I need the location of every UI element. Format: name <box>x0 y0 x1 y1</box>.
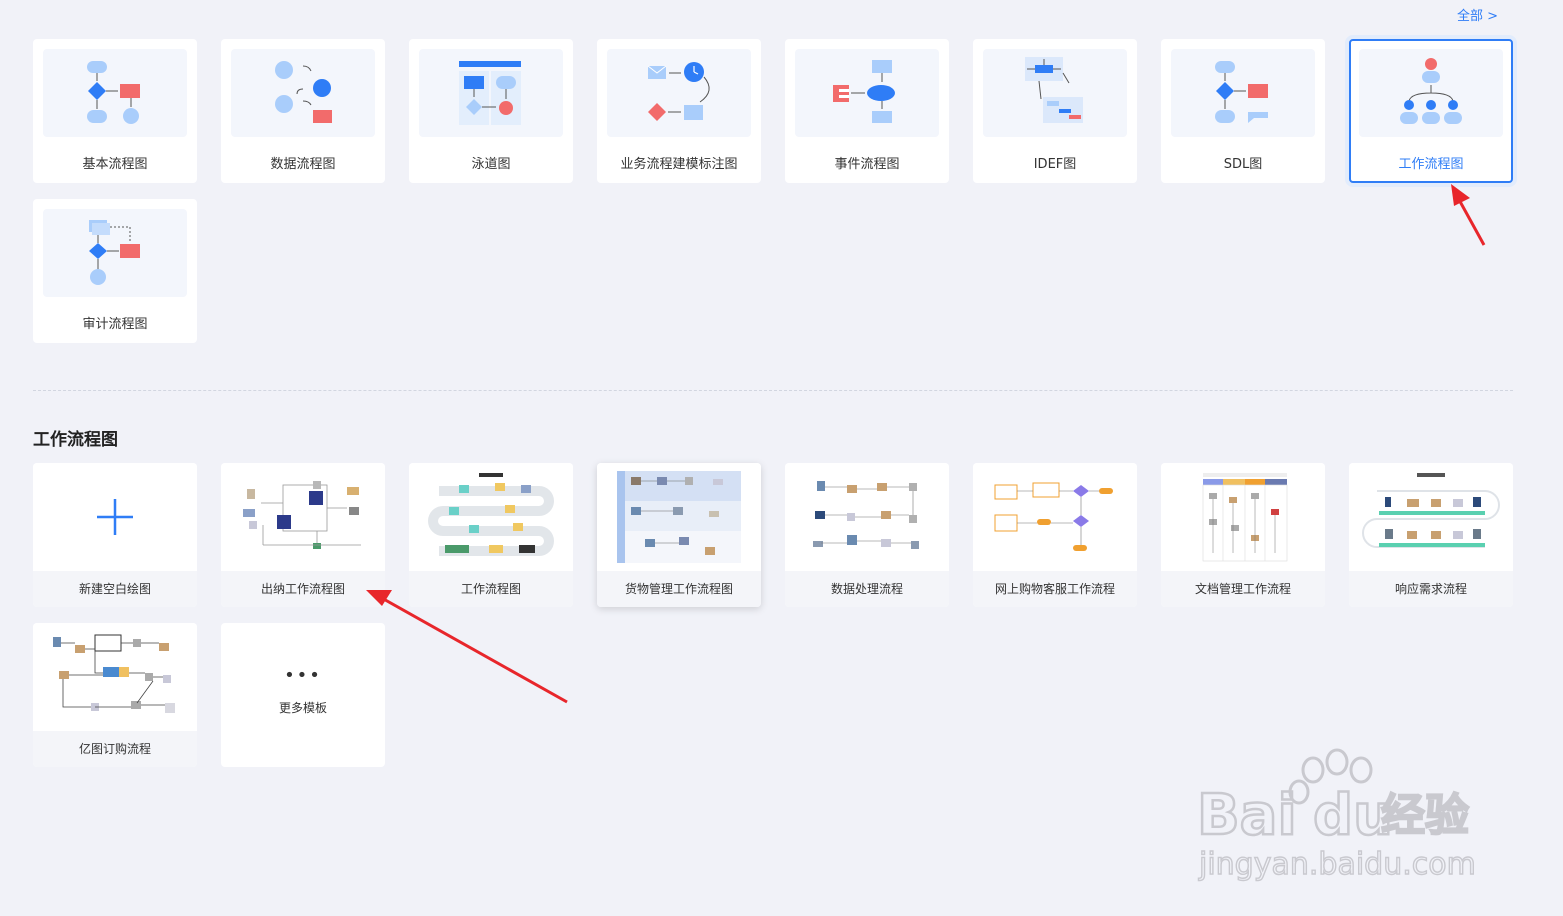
template-new-blank[interactable]: 新建空白绘图 <box>33 463 197 607</box>
category-label: 业务流程建模标注图 <box>620 157 738 172</box>
data-flowchart-thumbnail <box>231 49 375 137</box>
category-label: SDL图 <box>1223 157 1263 172</box>
workflow-diagram-thumbnail <box>1359 49 1503 137</box>
event-flowchart-thumbnail <box>795 49 939 137</box>
bpmn-thumbnail <box>607 49 751 137</box>
category-label: 数据流程图 <box>270 157 336 172</box>
template-label: 亿图订购流程 <box>33 731 197 767</box>
template-response-requirements[interactable]: 响应需求流程 <box>1349 463 1513 607</box>
audit-flowchart-thumbnail <box>43 209 187 297</box>
svg-text:Bai: Bai <box>1197 783 1297 848</box>
category-label: 基本流程图 <box>82 157 148 172</box>
category-audit-flowchart[interactable]: 审计流程图 <box>33 199 197 343</box>
template-label: 货物管理工作流程图 <box>597 571 761 607</box>
baidu-jingyan-watermark: Bai du 经验 jingyan.baidu.com <box>1195 748 1495 888</box>
template-document-management[interactable]: 文档管理工作流程 <box>1161 463 1325 607</box>
category-label: 审计流程图 <box>82 317 148 332</box>
category-label: 事件流程图 <box>834 157 900 172</box>
idef-thumbnail <box>983 49 1127 137</box>
more-dots-icon: ••• <box>284 665 322 686</box>
category-label: IDEF图 <box>1033 157 1077 172</box>
swimlane-thumbnail <box>419 49 563 137</box>
category-label: 泳道图 <box>471 157 511 172</box>
cashier-workflow-preview <box>221 463 385 571</box>
section-title: 工作流程图 <box>33 430 118 450</box>
template-label: 数据处理流程 <box>785 571 949 607</box>
category-data-flowchart[interactable]: 数据流程图 <box>221 39 385 183</box>
template-workflow[interactable]: 工作流程图 <box>409 463 573 607</box>
template-label: 文档管理工作流程 <box>1161 571 1325 607</box>
category-bpmn[interactable]: 业务流程建模标注图 <box>597 39 761 183</box>
basic-flowchart-thumbnail <box>43 49 187 137</box>
more-templates-label: 更多模板 <box>278 701 327 715</box>
svg-text:jingyan.baidu.com: jingyan.baidu.com <box>1198 847 1476 882</box>
workflow-preview <box>409 463 573 571</box>
category-label: 工作流程图 <box>1398 157 1464 172</box>
template-goods-management-workflow[interactable]: 货物管理工作流程图 <box>597 463 761 607</box>
template-label: 响应需求流程 <box>1349 571 1513 607</box>
red-arrow-to-workflow-category <box>1451 184 1486 246</box>
category-idef[interactable]: IDEF图 <box>973 39 1137 183</box>
all-templates-link[interactable]: 全部 > <box>1457 5 1498 24</box>
category-basic-flowchart[interactable]: 基本流程图 <box>33 39 197 183</box>
template-online-shopping-service[interactable]: 网上购物客服工作流程 <box>973 463 1137 607</box>
data-processing-preview <box>785 463 949 571</box>
template-label: 工作流程图 <box>409 571 573 607</box>
response-requirements-preview <box>1349 463 1513 571</box>
more-templates-card[interactable]: ••• 更多模板 <box>221 623 385 767</box>
template-data-processing[interactable]: 数据处理流程 <box>785 463 949 607</box>
template-label: 网上购物客服工作流程 <box>973 571 1137 607</box>
template-cashier-workflow[interactable]: 出纳工作流程图 <box>221 463 385 607</box>
category-swimlane[interactable]: 泳道图 <box>409 39 573 183</box>
template-label: 出纳工作流程图 <box>221 571 385 607</box>
plus-icon <box>33 463 197 571</box>
edraw-order-preview <box>33 623 197 731</box>
template-edraw-order-process[interactable]: 亿图订购流程 <box>33 623 197 767</box>
sdl-thumbnail <box>1171 49 1315 137</box>
document-management-preview <box>1161 463 1325 571</box>
svg-text:经验: 经验 <box>1381 790 1469 841</box>
section-divider <box>33 390 1513 391</box>
template-label: 新建空白绘图 <box>33 571 197 607</box>
category-sdl[interactable]: SDL图 <box>1161 39 1325 183</box>
online-shopping-preview <box>973 463 1137 571</box>
category-workflow-diagram[interactable]: 工作流程图 <box>1349 39 1513 183</box>
category-event-flowchart[interactable]: 事件流程图 <box>785 39 949 183</box>
goods-management-preview <box>597 463 761 571</box>
